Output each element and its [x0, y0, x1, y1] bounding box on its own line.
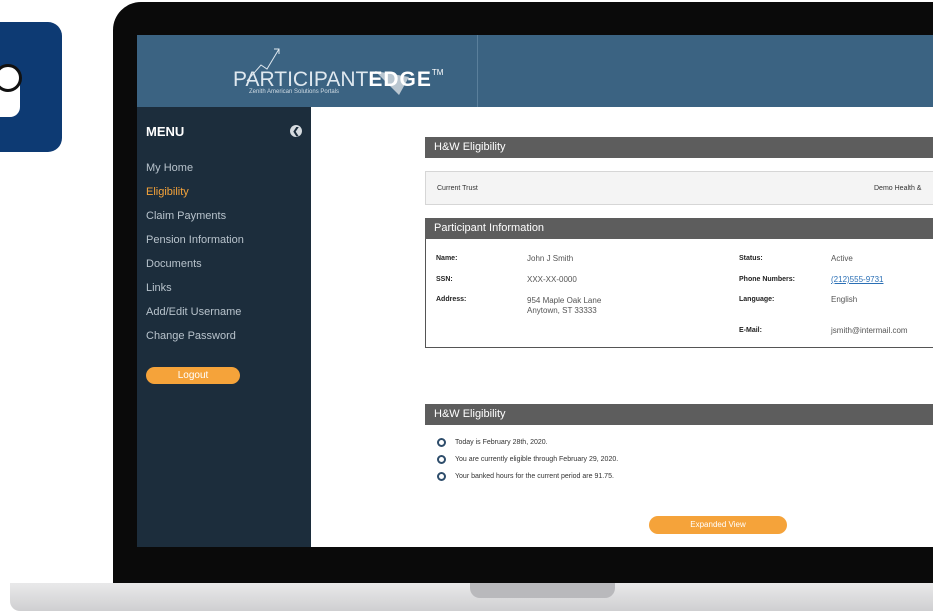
ssn-value: XXX-XX-0000 — [527, 275, 577, 284]
logo-subtitle: Zenith American Solutions Portals — [249, 89, 340, 95]
name-value: John J Smith — [527, 254, 574, 263]
menu-title: MENU — [146, 124, 185, 139]
sidebar-item-eligibility[interactable]: Eligibility — [146, 186, 244, 210]
sidebar-item-change-password[interactable]: Change Password — [146, 330, 244, 354]
sidebar-item-my-home[interactable]: My Home — [146, 162, 244, 186]
laptop-screen: PARTICIPANTEDGETM Zenith American Soluti… — [137, 35, 933, 547]
bullet-icon — [437, 472, 446, 481]
phone-link[interactable]: (212)555-9731 — [831, 275, 883, 285]
collapse-menu-icon[interactable]: ❮ — [290, 125, 302, 137]
address-line2: Anytown, ST 33333 — [527, 306, 597, 315]
email-label: E-Mail: — [739, 327, 762, 334]
current-trust-value: Demo Health & — [874, 185, 922, 192]
header-divider — [477, 35, 478, 107]
participant-information-header: Participant Information — [425, 218, 933, 239]
eligibility-text: You are currently eligible through Febru… — [455, 456, 619, 463]
bullet-icon — [437, 455, 446, 464]
laptop-notch — [470, 583, 615, 598]
main-content: H&W Eligibility Current Trust Demo Healt… — [311, 107, 933, 547]
sidebar-menu: MENU ❮ My Home Eligibility Claim Payment… — [137, 107, 311, 547]
sidebar-item-pension-information[interactable]: Pension Information — [146, 234, 244, 258]
phone-label: Phone Numbers: — [739, 276, 796, 283]
status-label: Status: — [739, 255, 763, 262]
sidebar-item-claim-payments[interactable]: Claim Payments — [146, 210, 244, 234]
hw-eligibility-header: H&W Eligibility — [425, 137, 933, 158]
language-label: Language: — [739, 296, 775, 303]
participant-edge-logo[interactable]: PARTICIPANTEDGETM Zenith American Soluti… — [227, 41, 443, 101]
expanded-view-button[interactable]: Expanded View — [649, 516, 787, 534]
email-value: jsmith@intermail.com — [831, 326, 908, 335]
eligibility-text: Today is February 28th, 2020. — [455, 439, 548, 446]
logo-tm: TM — [431, 68, 444, 77]
sidebar-item-add-edit-username[interactable]: Add/Edit Username — [146, 306, 244, 330]
logo-prefix: PARTICIPANT — [233, 68, 369, 91]
sidebar-item-documents[interactable]: Documents — [146, 258, 244, 282]
logout-button[interactable]: Logout — [146, 367, 240, 384]
ssn-label: SSN: — [436, 276, 453, 283]
current-trust-label: Current Trust — [437, 185, 478, 192]
sidebar-nav: My Home Eligibility Claim Payments Pensi… — [146, 162, 244, 354]
address-line1: 954 Maple Oak Lane — [527, 296, 602, 305]
current-trust-box: Current Trust Demo Health & — [425, 171, 933, 205]
status-value: Active — [831, 254, 853, 263]
bullet-icon — [437, 438, 446, 447]
eligibility-status-header: H&W Eligibility — [425, 404, 933, 425]
logo-bold: EDGE — [368, 68, 432, 91]
address-label: Address: — [436, 296, 467, 303]
top-header-bar: PARTICIPANTEDGETM Zenith American Soluti… — [137, 35, 933, 107]
name-label: Name: — [436, 255, 458, 262]
eligibility-text: Your banked hours for the current period… — [455, 473, 614, 480]
language-value: English — [831, 295, 858, 304]
sidebar-item-links[interactable]: Links — [146, 282, 244, 306]
